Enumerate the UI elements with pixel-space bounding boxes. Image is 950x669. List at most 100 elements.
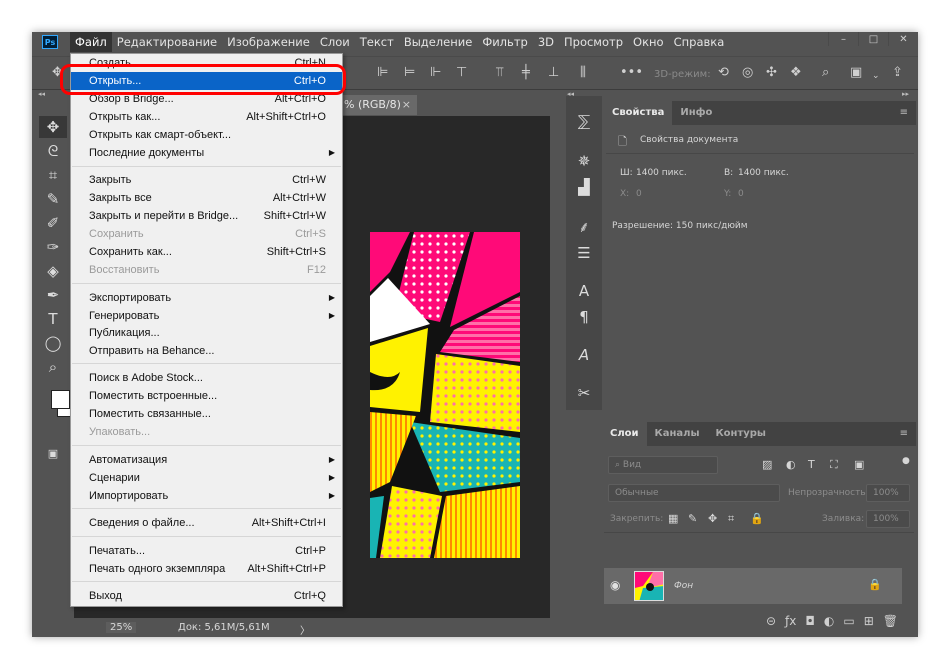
menu-item-place-linked[interactable]: Поместить связанные... xyxy=(71,405,342,423)
menu-image[interactable]: Изображение xyxy=(222,32,315,52)
menu-item-recent-documents[interactable]: Последние документы ▶ xyxy=(71,144,342,162)
lock-paint-icon[interactable]: ✎ xyxy=(688,512,697,525)
menu-item-import[interactable]: Импортировать ▶ xyxy=(71,487,342,505)
ellipse-tool-icon[interactable]: ◯ xyxy=(39,332,67,354)
blend-mode-select[interactable]: Обычные xyxy=(608,484,780,502)
tools-panel-icon[interactable]: ✂ xyxy=(572,382,596,404)
x-value[interactable]: 0 xyxy=(636,189,642,199)
fill-input[interactable]: 100% xyxy=(866,510,910,528)
layer-mask-icon[interactable]: ◘ xyxy=(805,614,815,628)
filter-shape-icon[interactable]: ⛶ xyxy=(830,458,838,472)
menu-select[interactable]: Выделение xyxy=(399,32,478,52)
menu-3d[interactable]: 3D xyxy=(533,32,559,52)
menu-layers[interactable]: Слои xyxy=(315,32,355,52)
glyphs-panel-icon[interactable]: A xyxy=(572,344,596,366)
width-value[interactable]: 1400 пикс. xyxy=(636,168,687,178)
menu-item-place-embedded[interactable]: Поместить встроенные... xyxy=(71,387,342,405)
paragraph-panel-icon[interactable]: ¶ xyxy=(572,306,596,328)
filter-type-icon[interactable]: T xyxy=(808,458,815,471)
document-tab[interactable]: % (RGB/8) × xyxy=(342,95,417,115)
paint-bucket-icon[interactable]: ◈ xyxy=(39,260,67,282)
menu-item-search-stock[interactable]: Поиск в Adobe Stock... xyxy=(71,369,342,387)
eyedropper-tool-icon[interactable]: ✎ xyxy=(39,188,67,210)
status-arrow-icon[interactable]: 〉 xyxy=(300,622,310,637)
lasso-tool-icon[interactable]: ᘓ xyxy=(39,140,67,162)
3d-slide-icon[interactable]: ❖ xyxy=(790,66,802,80)
3d-drag-icon[interactable]: ✣ xyxy=(766,66,777,80)
menu-help[interactable]: Справка xyxy=(669,32,730,52)
minimize-button[interactable]: – xyxy=(828,32,858,46)
distribute-icon[interactable]: ⫪ xyxy=(496,66,503,80)
y-value[interactable]: 0 xyxy=(738,189,744,199)
menu-item-open-as[interactable]: Открыть как... Alt+Shift+Ctrl+O xyxy=(71,108,342,126)
panel-menu-icon[interactable]: ≡ xyxy=(900,107,908,118)
foreground-color-swatch[interactable] xyxy=(51,390,70,409)
new-group-icon[interactable]: ▭ xyxy=(843,614,854,628)
visibility-eye-icon[interactable]: ◉ xyxy=(610,578,626,592)
tab-channels[interactable]: Каналы xyxy=(647,422,708,446)
more-options-icon[interactable]: ••• xyxy=(620,66,643,80)
tab-properties[interactable]: Свойства xyxy=(604,101,673,125)
distribute-bottom-icon[interactable]: ⊥ xyxy=(548,66,559,80)
menu-item-close[interactable]: Закрыть Ctrl+W xyxy=(71,171,342,189)
chevron-down-icon[interactable]: ⌄ xyxy=(872,69,880,83)
filter-pixel-icon[interactable]: ▨ xyxy=(762,458,772,471)
lock-artboard-icon[interactable]: ⌗ xyxy=(728,512,734,526)
menu-item-close-all[interactable]: Закрыть все Alt+Ctrl+W xyxy=(71,189,342,207)
filter-adjust-icon[interactable]: ◐ xyxy=(786,458,796,471)
menu-edit[interactable]: Редактирование xyxy=(112,32,222,52)
zoom-level[interactable]: 25% xyxy=(106,622,137,633)
menu-filter[interactable]: Фильтр xyxy=(477,32,533,52)
history-brush-icon[interactable]: ✑ xyxy=(39,236,67,258)
opacity-input[interactable]: 100% xyxy=(866,484,910,502)
menu-item-print[interactable]: Печатать... Ctrl+P xyxy=(71,542,342,560)
tab-info[interactable]: Инфо xyxy=(672,101,720,125)
align-center-icon[interactable]: ⊨ xyxy=(404,66,415,80)
menu-item-automate[interactable]: Автоматизация ▶ xyxy=(71,451,342,469)
tab-layers[interactable]: Слои xyxy=(602,422,647,446)
type-tool-icon[interactable]: T xyxy=(39,308,67,330)
maximize-button[interactable]: □ xyxy=(858,32,888,46)
align-right-icon[interactable]: ⊩ xyxy=(430,66,441,80)
menu-item-generate[interactable]: Генерировать ▶ xyxy=(71,307,342,325)
quick-mask-icon[interactable]: ▣ xyxy=(39,442,67,464)
menu-view[interactable]: Просмотр xyxy=(559,32,628,52)
menu-file[interactable]: Файл xyxy=(70,32,112,52)
layer-filter-select[interactable]: ⌕ Вид xyxy=(608,456,718,474)
history-panel-icon[interactable]: ⅀ xyxy=(572,110,596,132)
new-layer-icon[interactable]: ⊞ xyxy=(864,614,874,628)
tab-paths[interactable]: Контуры xyxy=(708,422,774,446)
menu-item-save-as[interactable]: Сохранить как... Shift+Ctrl+S xyxy=(71,243,342,261)
histogram-panel-icon[interactable]: ▟ xyxy=(572,176,596,198)
layer-name[interactable]: Фон xyxy=(674,581,693,591)
filter-smart-icon[interactable]: ▣ xyxy=(854,458,864,471)
move-tool-icon[interactable]: ✥ xyxy=(39,116,67,138)
toolbar-collapse-icon[interactable]: ◂◂ xyxy=(38,90,45,98)
menu-item-close-go-bridge[interactable]: Закрыть и перейти в Bridge... Shift+Ctrl+… xyxy=(71,207,342,225)
link-layers-icon[interactable]: ⊝ xyxy=(766,614,776,628)
menu-item-open-smart-object[interactable]: Открыть как смарт-объект... xyxy=(71,126,342,144)
zoom-tool-icon[interactable]: ⌕ xyxy=(39,356,67,378)
align-left-icon[interactable]: ⊫ xyxy=(377,66,388,80)
close-tab-icon[interactable]: × xyxy=(402,95,411,115)
menu-window[interactable]: Окно xyxy=(628,32,669,52)
menu-item-scripts[interactable]: Сценарии ▶ xyxy=(71,469,342,487)
adjustment-layer-icon[interactable]: ◐ xyxy=(824,614,834,628)
brush-settings-icon[interactable]: ⸙ xyxy=(572,216,596,238)
distribute-horizontal-icon[interactable]: ⫼ xyxy=(580,66,586,80)
navigator-panel-icon[interactable]: ✵ xyxy=(572,150,596,172)
crop-tool-icon[interactable]: ⌗ xyxy=(39,164,67,186)
3d-rotate-icon[interactable]: ⟲ xyxy=(718,66,729,80)
lock-all-icon[interactable]: 🔒 xyxy=(750,512,764,525)
panels-collapse-icon[interactable]: ▸▸ xyxy=(902,90,909,98)
align-top-icon[interactable]: ⊤ xyxy=(456,66,467,80)
layer-row[interactable]: ◉ Фон 🔒 xyxy=(604,568,902,604)
adjustments-icon[interactable]: ☰ xyxy=(572,242,596,264)
3d-roll-icon[interactable]: ◎ xyxy=(742,66,753,80)
menu-item-publish[interactable]: Публикация... xyxy=(71,324,342,342)
menu-item-export[interactable]: Экспортировать ▶ xyxy=(71,289,342,307)
distribute-middle-icon[interactable]: ╪ xyxy=(522,66,530,80)
menu-type[interactable]: Текст xyxy=(355,32,399,52)
panel-menu-icon[interactable]: ≡ xyxy=(900,428,908,439)
close-button[interactable]: ✕ xyxy=(888,32,918,46)
